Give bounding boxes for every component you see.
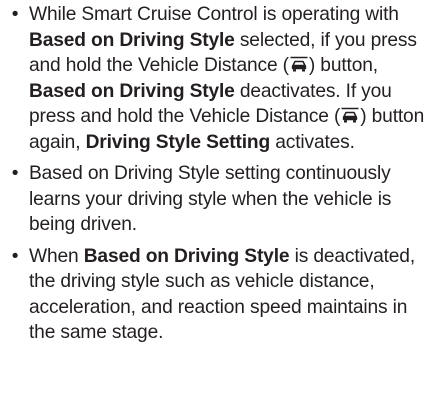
vehicle-distance-icon	[289, 55, 309, 73]
body-text: Based on Driving Style setting continuou…	[29, 163, 392, 235]
body-text: When	[29, 245, 84, 267]
bold-term: Driving Style Setting	[85, 131, 271, 153]
bold-term: Based on Driving Style	[29, 29, 235, 51]
bullet-item: • While Smart Cruise Control is operating…	[6, 2, 437, 155]
bullet-dot: •	[11, 163, 19, 184]
body-text: While Smart Cruise Control is operating …	[29, 4, 399, 25]
bullet-item: • When Based on Driving Style is deactiva…	[6, 244, 437, 346]
bold-term: Based on Driving Style	[29, 80, 235, 102]
body-text: activates.	[270, 131, 355, 153]
vehicle-distance-icon	[340, 106, 360, 124]
manual-page: • While Smart Cruise Control is operating…	[0, 2, 441, 419]
bullet-dot: •	[11, 4, 19, 25]
bullet-list: • While Smart Cruise Control is operating…	[6, 2, 437, 346]
body-text: ) button,	[308, 55, 378, 76]
bullet-item: • Based on Driving Style setting continuo…	[6, 161, 437, 238]
bold-term: Based on Driving Style	[83, 245, 290, 267]
bullet-dot: •	[11, 245, 19, 267]
